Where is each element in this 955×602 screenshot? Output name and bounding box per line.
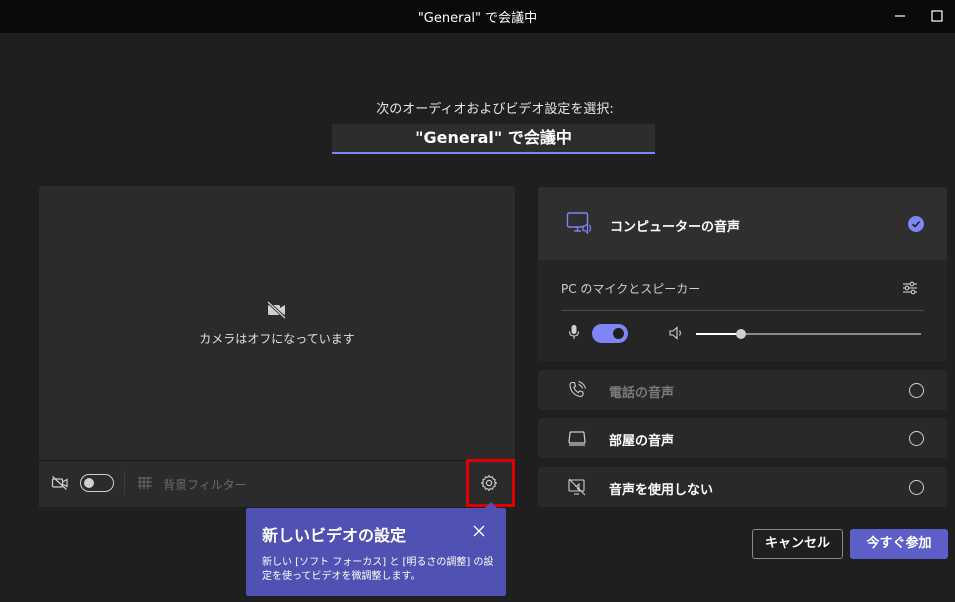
room-audio-option[interactable]: 部屋の音声 xyxy=(538,418,947,458)
close-icon xyxy=(473,525,485,537)
camera-toggle[interactable] xyxy=(80,474,114,492)
computer-audio-header[interactable]: コンピューターの音声 xyxy=(538,187,947,260)
minimize-button[interactable] xyxy=(885,4,915,28)
phone-audio-option[interactable]: 電話の音声 xyxy=(538,370,947,410)
computer-audio-icon xyxy=(566,211,594,241)
no-audio-option[interactable]: 音声を使用しない xyxy=(538,467,947,507)
microphone-toggle[interactable] xyxy=(592,324,628,343)
window-title: "General" で会議中 xyxy=(417,11,538,26)
room-audio-label: 部屋の音声 xyxy=(609,434,675,449)
meeting-title: "General" で会議中 xyxy=(332,124,655,154)
speaker-icon xyxy=(668,326,684,344)
device-label: PC のマイクとスピーカー xyxy=(561,282,701,296)
video-preview: カメラはオフになっています 背景フィルター xyxy=(39,186,515,507)
highlight-box xyxy=(466,459,515,507)
callout-arrow xyxy=(485,502,497,508)
no-audio-radio[interactable] xyxy=(909,480,924,495)
phone-audio-label: 電話の音声 xyxy=(609,386,675,401)
divider xyxy=(124,471,125,495)
toggle-knob xyxy=(613,328,624,339)
volume-slider[interactable] xyxy=(696,329,921,339)
no-audio-icon xyxy=(567,477,587,501)
sliders-icon xyxy=(903,281,917,295)
camera-off-icon xyxy=(266,300,288,324)
computer-audio-devices: PC のマイクとスピーカー xyxy=(538,260,947,361)
new-video-settings-callout: 新しいビデオの設定 新しい [ソフト フォーカス] と [明るさの調整] の設定… xyxy=(246,502,506,596)
divider xyxy=(561,310,924,311)
room-audio-radio[interactable] xyxy=(909,431,924,446)
volume-thumb[interactable] xyxy=(736,329,746,339)
cancel-button[interactable]: キャンセル xyxy=(752,529,843,559)
callout-title: 新しいビデオの設定 xyxy=(262,526,407,545)
phone-audio-radio[interactable] xyxy=(909,383,924,398)
video-controls-bar: 背景フィルター xyxy=(39,460,515,507)
room-device-icon xyxy=(567,428,587,452)
device-settings-button[interactable] xyxy=(902,280,918,300)
no-audio-label: 音声を使用しない xyxy=(609,483,714,498)
join-now-button[interactable]: 今すぐ参加 xyxy=(850,529,948,559)
title-bar: "General" で会議中 xyxy=(0,0,955,33)
minimize-icon xyxy=(895,15,905,17)
settings-prompt: 次のオーディオおよびビデオ設定を選択: xyxy=(376,102,614,117)
maximize-icon xyxy=(931,10,943,22)
background-filter-icon xyxy=(137,476,153,494)
callout-close-button[interactable] xyxy=(472,524,486,542)
selected-check-icon xyxy=(908,216,924,232)
callout-body: 新しい [ソフト フォーカス] と [明るさの調整] の設定を使ってビデオを微調… xyxy=(262,557,494,582)
camera-off-icon xyxy=(51,475,69,495)
computer-audio-label: コンピューターの音声 xyxy=(610,220,741,235)
volume-fill xyxy=(696,333,741,335)
toggle-knob xyxy=(84,478,94,488)
background-filter-button[interactable]: 背景フィルター xyxy=(163,476,247,493)
computer-audio-option: コンピューターの音声 PC のマイクとスピーカー xyxy=(538,187,947,361)
phone-icon xyxy=(567,380,587,404)
microphone-icon xyxy=(568,324,580,344)
camera-off-message: カメラはオフになっています xyxy=(199,332,355,346)
maximize-button[interactable] xyxy=(922,4,952,28)
